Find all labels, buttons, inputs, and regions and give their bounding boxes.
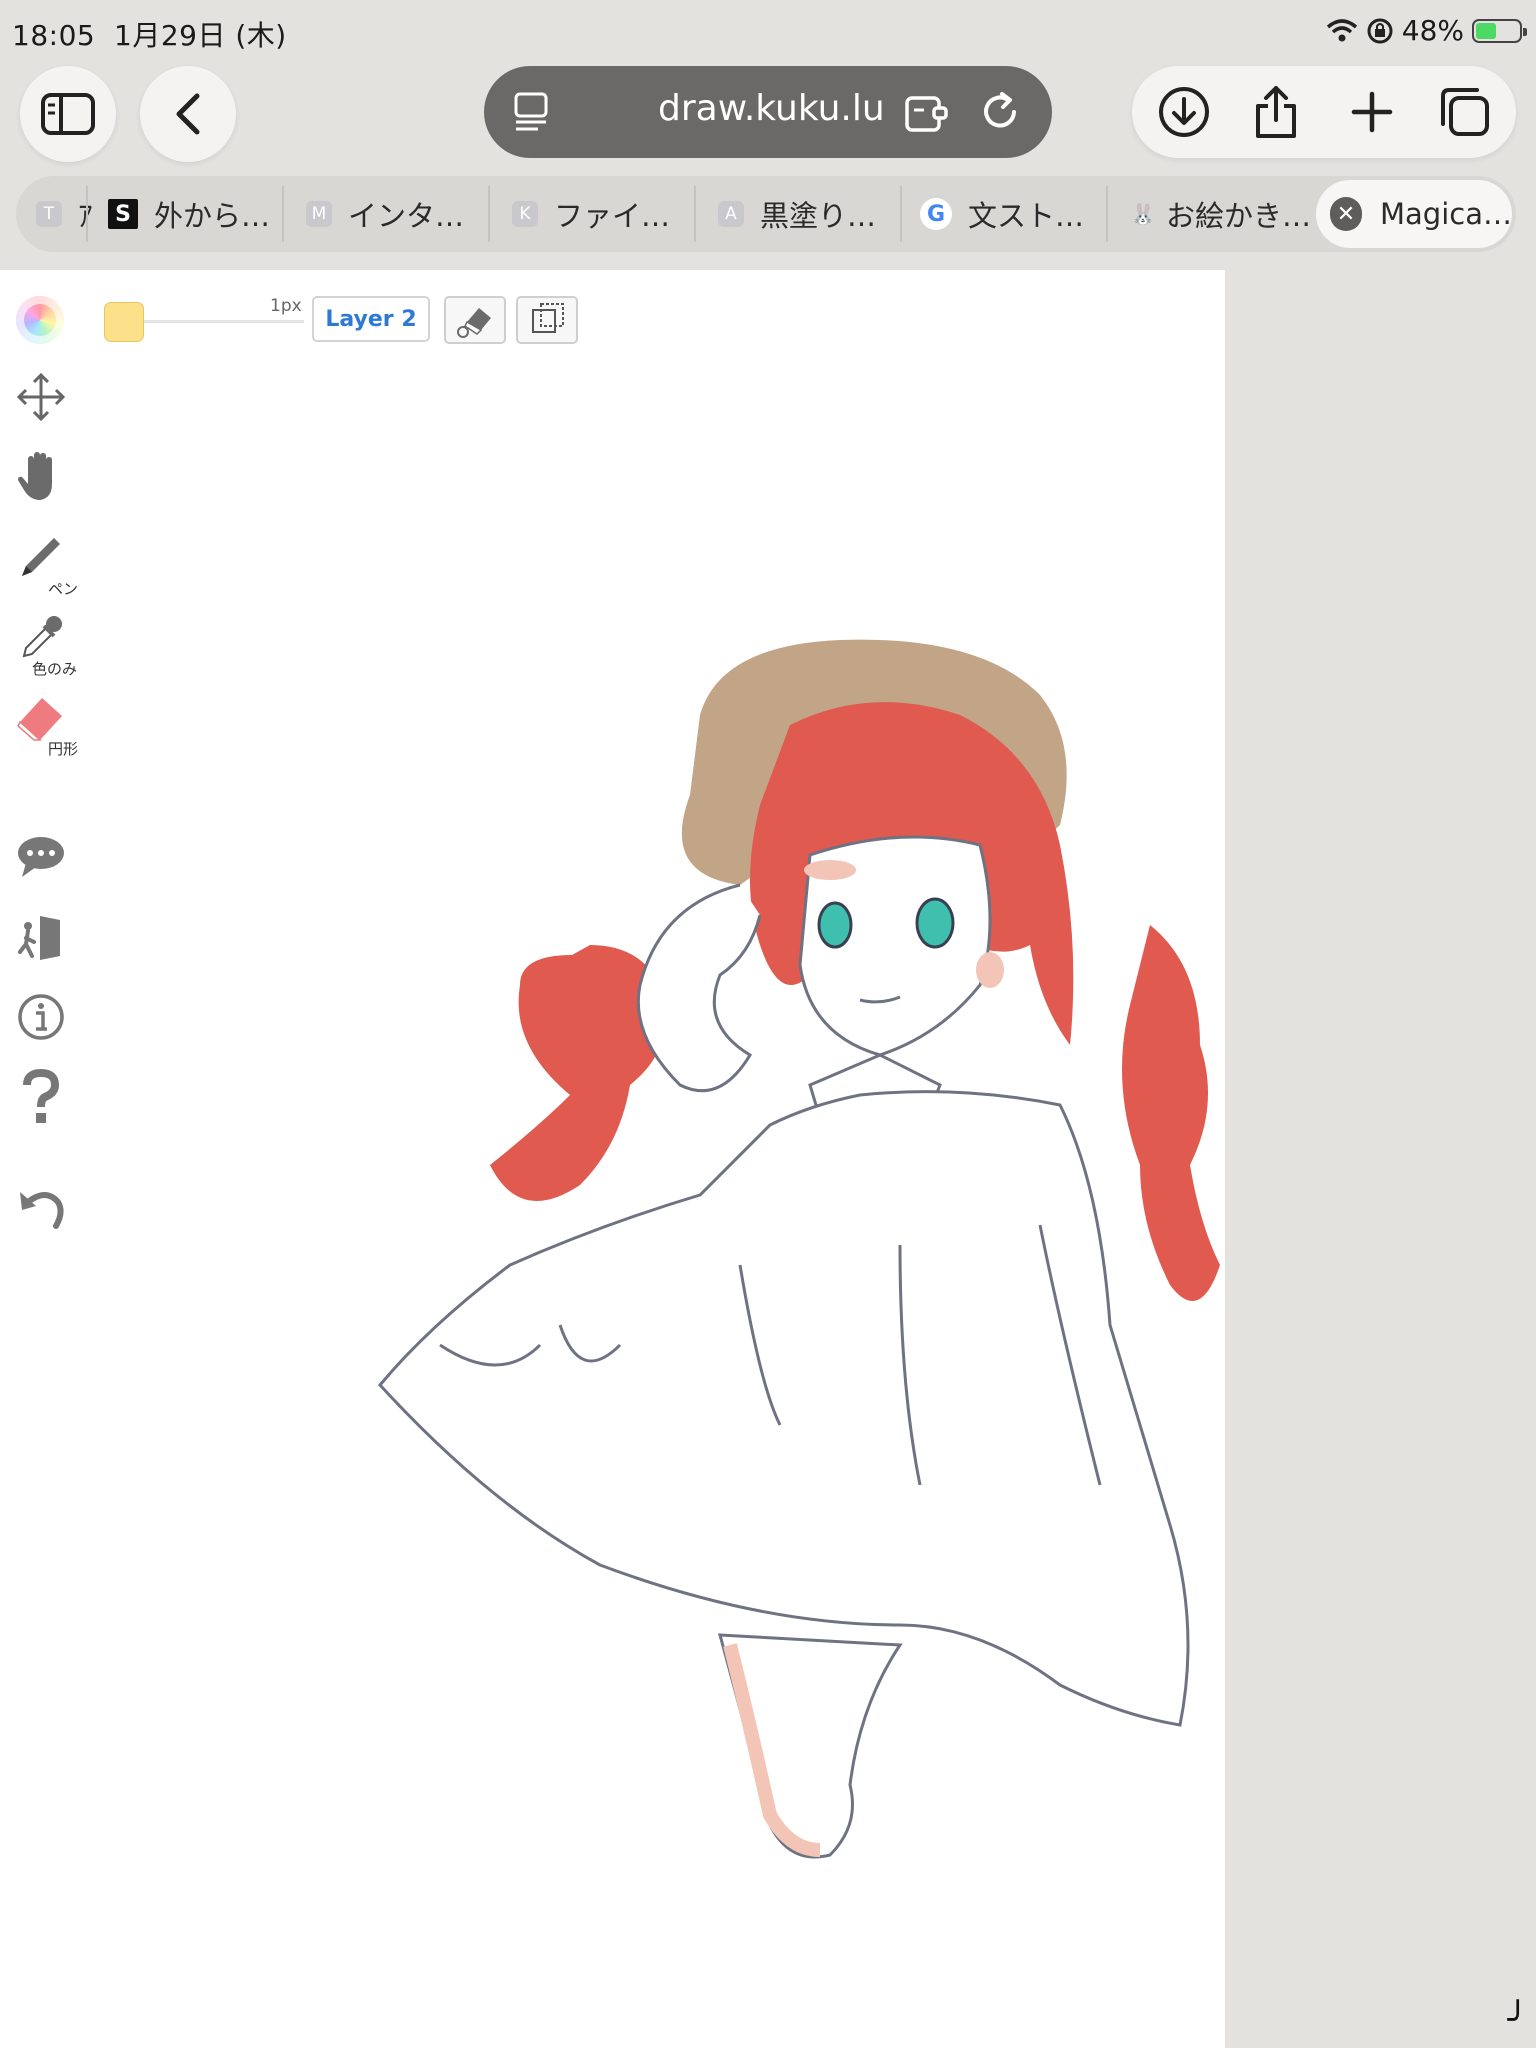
tab-overview-icon[interactable] (512, 92, 552, 132)
hair-braid-right (1122, 925, 1220, 1301)
move-tool[interactable] (10, 366, 72, 428)
google-favicon-icon: G (920, 198, 952, 230)
eye-left (817, 901, 853, 949)
hand-icon (18, 452, 52, 500)
tab-separator (86, 186, 88, 242)
arm (636, 883, 762, 1093)
tab-strip: T ｱ S 外から… M インタ… K ファイ… A 黒塗り… G 文スト… 🐰… (16, 176, 1516, 252)
tab-label: 外から… (154, 199, 271, 233)
back-button[interactable] (140, 66, 236, 162)
tabs-icon (1441, 88, 1489, 136)
undo-icon (20, 1192, 64, 1229)
pen-size-slider[interactable] (144, 320, 304, 323)
tab-label: 黒塗り… (760, 199, 877, 233)
download-button[interactable] (1154, 82, 1214, 142)
plus-icon (1351, 91, 1393, 133)
tab-separator (1106, 186, 1108, 242)
pen-tool-label: ペン (48, 580, 79, 598)
tab-2[interactable]: S 外から… (108, 176, 296, 252)
tab-7[interactable]: 🐰 お絵かき… (1130, 176, 1320, 252)
tab-favicon: A (718, 201, 744, 227)
share-icon (1256, 86, 1296, 138)
layer-button[interactable]: Layer 2 (312, 296, 430, 342)
eraser-icon (17, 698, 62, 741)
battery-icon (1472, 18, 1527, 43)
transform-button[interactable] (516, 296, 578, 344)
pen-icon (22, 538, 60, 576)
drawing-page: 1px Layer 2 ペン 色のみ 円形 (0, 270, 1225, 2048)
tab-separator (900, 186, 902, 242)
hand-tool[interactable] (10, 446, 72, 508)
eyedropper-icon (22, 616, 62, 658)
tab-label: お絵かき… (1166, 199, 1312, 233)
color-wheel-button[interactable] (16, 296, 64, 344)
tab-separator (488, 186, 490, 242)
exit-icon (18, 916, 60, 960)
ear (976, 952, 1004, 988)
tab-separator (282, 186, 284, 242)
undo-button[interactable] (10, 1176, 72, 1238)
brush-color-swatch[interactable] (104, 302, 144, 342)
eye-right (915, 897, 955, 949)
reload-icon[interactable] (978, 90, 1022, 134)
tab-separator (694, 186, 696, 242)
canvas-drawing[interactable] (340, 625, 1240, 2005)
legs (718, 1633, 903, 1859)
chat-icon (18, 837, 64, 877)
tab-5[interactable]: A 黒塗り… (718, 176, 906, 252)
tab-6[interactable]: G 文スト… (920, 176, 1110, 252)
eyedropper-tool-label: 色のみ (32, 660, 78, 678)
status-right: 48% (1326, 14, 1527, 47)
new-tab-button[interactable] (1342, 82, 1402, 142)
sidebar-button[interactable] (20, 66, 116, 162)
toolbar-actions (1132, 66, 1516, 158)
help-icon (23, 1069, 60, 1123)
status-bar: 18:05 1月29日 (木) 48% (0, 0, 1536, 62)
tab-3[interactable]: M インタ… (306, 176, 494, 252)
share-button[interactable] (1246, 82, 1306, 142)
tab-close-icon[interactable]: ✕ (1330, 197, 1363, 231)
eraser-settings-button[interactable] (444, 296, 506, 344)
pen-size-label: 1px (270, 296, 302, 316)
back-icon (176, 93, 200, 135)
download-icon (1159, 87, 1209, 137)
sidebar-icon (41, 93, 95, 135)
rabbit-favicon-icon: 🐰 (1130, 202, 1156, 226)
orientation-lock-icon (1367, 18, 1393, 43)
tab-1[interactable]: T ｱ (36, 176, 100, 252)
help-button[interactable] (10, 1066, 72, 1128)
info-icon (18, 994, 64, 1040)
tab-active[interactable]: ✕ Magica… (1316, 180, 1512, 248)
tab-label: Magica… (1380, 197, 1512, 231)
pencil-indicator-icon: ╯ (1507, 2000, 1528, 2040)
tab-label: 文スト… (968, 199, 1085, 233)
dress (378, 1090, 1190, 1727)
tab-label: ファイ… (554, 199, 671, 233)
move-icon (16, 372, 66, 422)
chat-button[interactable] (10, 826, 72, 888)
transform-icon (532, 303, 564, 333)
status-time-date: 18:05 1月29日 (木) (12, 19, 287, 52)
exit-button[interactable] (10, 906, 72, 968)
url-text[interactable]: draw.kuku.lu (658, 88, 885, 129)
tab-favicon: K (512, 201, 538, 227)
eraser-tool-label: 円形 (48, 740, 79, 758)
tabs-button[interactable] (1434, 82, 1494, 142)
info-button[interactable] (10, 986, 72, 1048)
eraser-settings-icon (457, 308, 491, 338)
tab-4[interactable]: K ファイ… (512, 176, 700, 252)
skin-shade (804, 860, 856, 880)
tab-favicon: S (108, 199, 138, 229)
wifi-icon (1326, 18, 1357, 41)
tab-label: インタ… (348, 199, 465, 233)
address-bar[interactable]: draw.kuku.lu (484, 66, 1052, 158)
tab-favicon: M (306, 201, 332, 227)
tab-favicon: T (36, 201, 62, 227)
extensions-icon[interactable] (904, 90, 952, 134)
battery-percent: 48% (1401, 14, 1464, 47)
